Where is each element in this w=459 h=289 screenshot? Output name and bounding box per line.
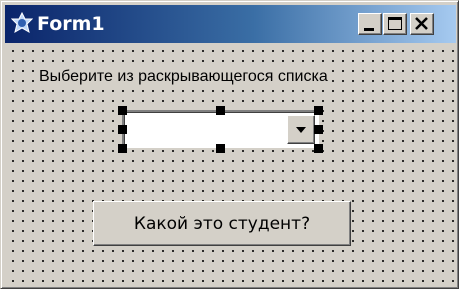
selection-handle-bottom-right[interactable] xyxy=(314,144,323,153)
selection-handle-top-right[interactable] xyxy=(314,106,323,115)
close-icon xyxy=(415,17,428,30)
minimize-icon xyxy=(364,28,374,31)
form-design-surface[interactable]: Выберите из раскрывающегося списка Какой… xyxy=(5,43,456,286)
combobox-dropdown-button[interactable] xyxy=(287,115,315,144)
window-title: Form1 xyxy=(37,13,105,35)
selection-handle-right[interactable] xyxy=(314,125,323,134)
selection-handle-top[interactable] xyxy=(216,106,225,115)
which-student-button[interactable]: Какой это студент? xyxy=(93,201,351,246)
title-bar[interactable]: Form1 xyxy=(5,5,456,43)
maximize-icon xyxy=(388,17,402,30)
selection-handle-left[interactable] xyxy=(118,125,127,134)
maximize-button[interactable] xyxy=(383,13,407,35)
selection-handle-bottom[interactable] xyxy=(216,144,225,153)
close-button[interactable] xyxy=(410,13,434,35)
form-icon xyxy=(10,11,34,34)
chevron-down-icon xyxy=(296,127,306,133)
selection-handle-bottom-left[interactable] xyxy=(118,144,127,153)
instruction-label: Выберите из раскрывающегося списка xyxy=(37,67,330,87)
form-window: Form1 Выберите из раскрывающегося списка xyxy=(0,0,459,289)
student-combobox[interactable] xyxy=(122,110,319,148)
selection-handle-top-left[interactable] xyxy=(118,106,127,115)
minimize-button[interactable] xyxy=(358,13,382,35)
